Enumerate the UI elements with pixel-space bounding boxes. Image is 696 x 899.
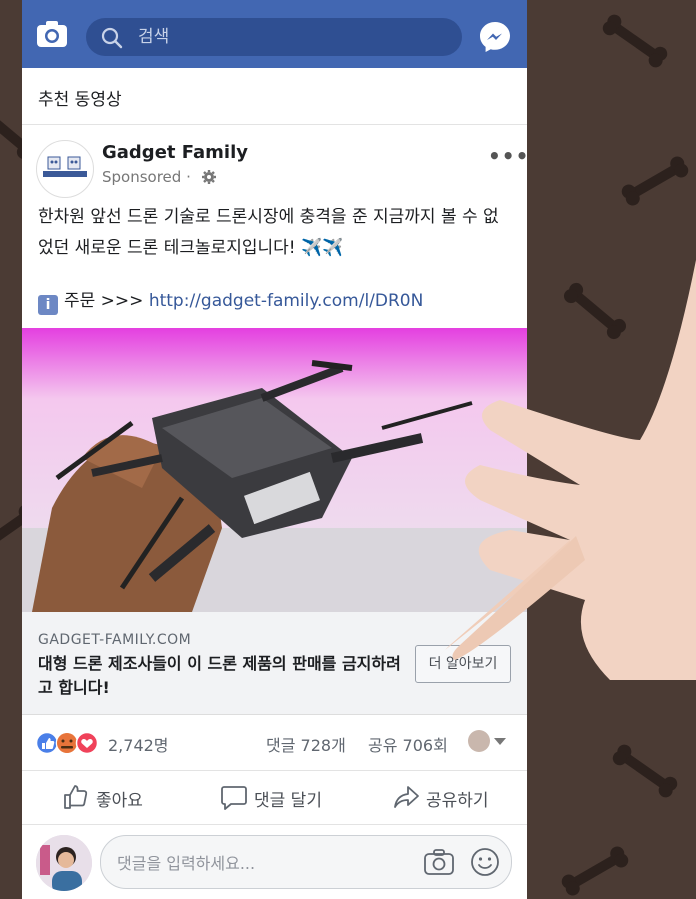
camera-icon[interactable] — [423, 848, 455, 876]
info-icon: i — [38, 295, 58, 315]
comment-placeholder: 댓글을 입력하세요... — [117, 854, 256, 873]
comment-icon — [221, 786, 247, 810]
pointing-hand — [441, 260, 696, 680]
more-options-icon[interactable]: ••• — [488, 144, 527, 168]
top-bar: 검색 — [22, 0, 527, 68]
thumbs-up-icon — [64, 785, 88, 809]
page-avatar[interactable] — [36, 140, 94, 198]
comment-input[interactable]: 댓글을 입력하세요... — [100, 835, 512, 889]
post-link[interactable]: http://gadget-family.com/l/DR0N — [149, 291, 424, 311]
link-headline[interactable]: 대형 드론 제조사들이 이 드론 제품의 판매를 금지하려고 합니다! — [38, 652, 408, 700]
search-input[interactable]: 검색 — [138, 26, 169, 48]
share-button[interactable]: 공유하기 — [392, 783, 502, 811]
comment-button[interactable]: 댓글 달기 — [220, 783, 340, 811]
bone-icon — [600, 11, 670, 71]
order-line: i 주문 >>> http://gadget-family.com/l/DR0N — [38, 286, 423, 315]
like-button[interactable]: 좋아요 — [62, 783, 162, 811]
gadget-family-logo — [41, 155, 89, 181]
section-title: 추천 동영상 — [38, 90, 122, 110]
comment-label: 댓글 달기 — [254, 791, 322, 811]
my-avatar[interactable] — [36, 835, 92, 891]
comment-composer: 댓글을 입력하세요... — [22, 824, 527, 899]
emoji-icon[interactable] — [469, 846, 501, 878]
bone-icon — [559, 843, 631, 899]
chevron-down-icon[interactable] — [494, 738, 506, 745]
share-count[interactable]: 공유 706회 — [368, 732, 448, 756]
profile-photo — [36, 835, 92, 891]
page-name[interactable]: Gadget Family — [102, 142, 248, 163]
camera-icon[interactable] — [36, 20, 68, 48]
reaction-stats: 2,742명 댓글 728개 공유 706회 — [22, 714, 527, 771]
gear-icon — [202, 170, 216, 184]
search-bar[interactable]: 검색 — [86, 18, 462, 56]
search-icon — [101, 27, 123, 49]
link-domain: GADGET-FAMILY.COM — [38, 632, 192, 648]
share-label: 공유하기 — [426, 791, 489, 811]
sponsored-label: Sponsored · — [102, 168, 191, 186]
reaction-icons[interactable] — [36, 731, 104, 755]
like-label: 좋아요 — [96, 791, 143, 811]
messenger-icon[interactable] — [478, 20, 512, 54]
viewer-avatar[interactable] — [468, 730, 490, 752]
reaction-count[interactable]: 2,742명 — [108, 732, 169, 756]
action-bar: 좋아요 댓글 달기 공유하기 — [22, 770, 527, 824]
section-header: 추천 동영상 — [22, 68, 527, 125]
bone-icon — [619, 153, 691, 209]
share-icon — [394, 786, 419, 808]
order-label: 주문 >>> — [64, 291, 144, 311]
bone-icon — [610, 741, 680, 801]
comment-count[interactable]: 댓글 728개 — [266, 732, 346, 756]
